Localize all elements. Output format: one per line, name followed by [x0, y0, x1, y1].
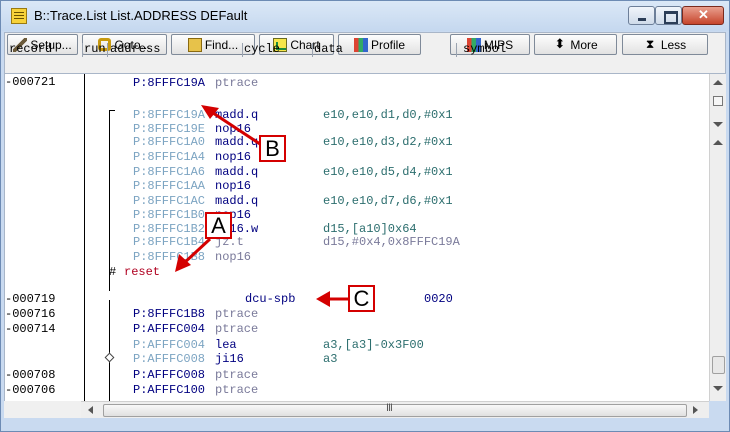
trace-window-icon: [11, 8, 27, 24]
scroll-step-up-icon[interactable]: [713, 140, 723, 145]
less-button[interactable]: Less: [622, 34, 708, 55]
callout-b: B: [259, 135, 286, 162]
page-marker-icon[interactable]: [713, 96, 723, 106]
column-separator[interactable]: [312, 43, 313, 57]
column-header-cycle[interactable]: cycle: [244, 42, 280, 57]
callout-a: A: [205, 212, 232, 239]
column-header-address[interactable]: address: [110, 42, 160, 57]
column-header-record[interactable]: record: [9, 42, 52, 57]
trace-listing[interactable]: -000721 P:8FFFC19A ptrace P:8FFFC19A mad…: [4, 74, 709, 401]
minimize-button[interactable]: [628, 6, 655, 25]
scroll-step-down-icon[interactable]: [713, 122, 723, 127]
column-header-run[interactable]: run: [84, 42, 106, 57]
more-button[interactable]: More: [534, 34, 617, 55]
column-separator[interactable]: [82, 43, 83, 57]
profile-icon: [353, 37, 368, 52]
horizontal-scrollbar[interactable]: [81, 401, 709, 418]
callout-arrows: [175, 105, 348, 307]
vertical-scroll-thumb[interactable]: [712, 356, 725, 374]
scroll-right-icon[interactable]: [693, 406, 698, 414]
column-header-data[interactable]: data: [314, 42, 343, 57]
callout-arrow-c: [316, 291, 348, 307]
close-button[interactable]: [682, 6, 724, 25]
horizontal-scroll-thumb[interactable]: [103, 403, 687, 417]
profile-button[interactable]: Profile: [338, 34, 421, 55]
maximize-button[interactable]: [655, 6, 682, 25]
more-icon: [553, 36, 567, 52]
column-separator[interactable]: [242, 43, 243, 57]
record-footer: [4, 401, 81, 418]
less-icon: [644, 37, 658, 52]
callout-arrow-a: [175, 237, 212, 272]
title-bar[interactable]: B::Trace.List List.ADDRESS DEFault: [1, 1, 729, 31]
scroll-up-icon[interactable]: [713, 80, 723, 85]
window-footer: [1, 418, 729, 431]
scroll-left-icon[interactable]: [88, 406, 93, 414]
callout-c: C: [348, 285, 375, 312]
column-header-symbol[interactable]: symbol: [463, 42, 506, 57]
column-separator[interactable]: [456, 43, 457, 57]
find-icon: [187, 37, 202, 52]
scroll-down-icon[interactable]: [713, 386, 723, 391]
column-separator[interactable]: [107, 43, 108, 57]
trace-list-window: B::Trace.List List.ADDRESS DEFault Setup…: [0, 0, 730, 432]
vertical-scrollbar[interactable]: [709, 74, 726, 401]
window-title: B::Trace.List List.ADDRESS DEFault: [34, 8, 248, 23]
callout-arrow-b: [201, 105, 261, 146]
